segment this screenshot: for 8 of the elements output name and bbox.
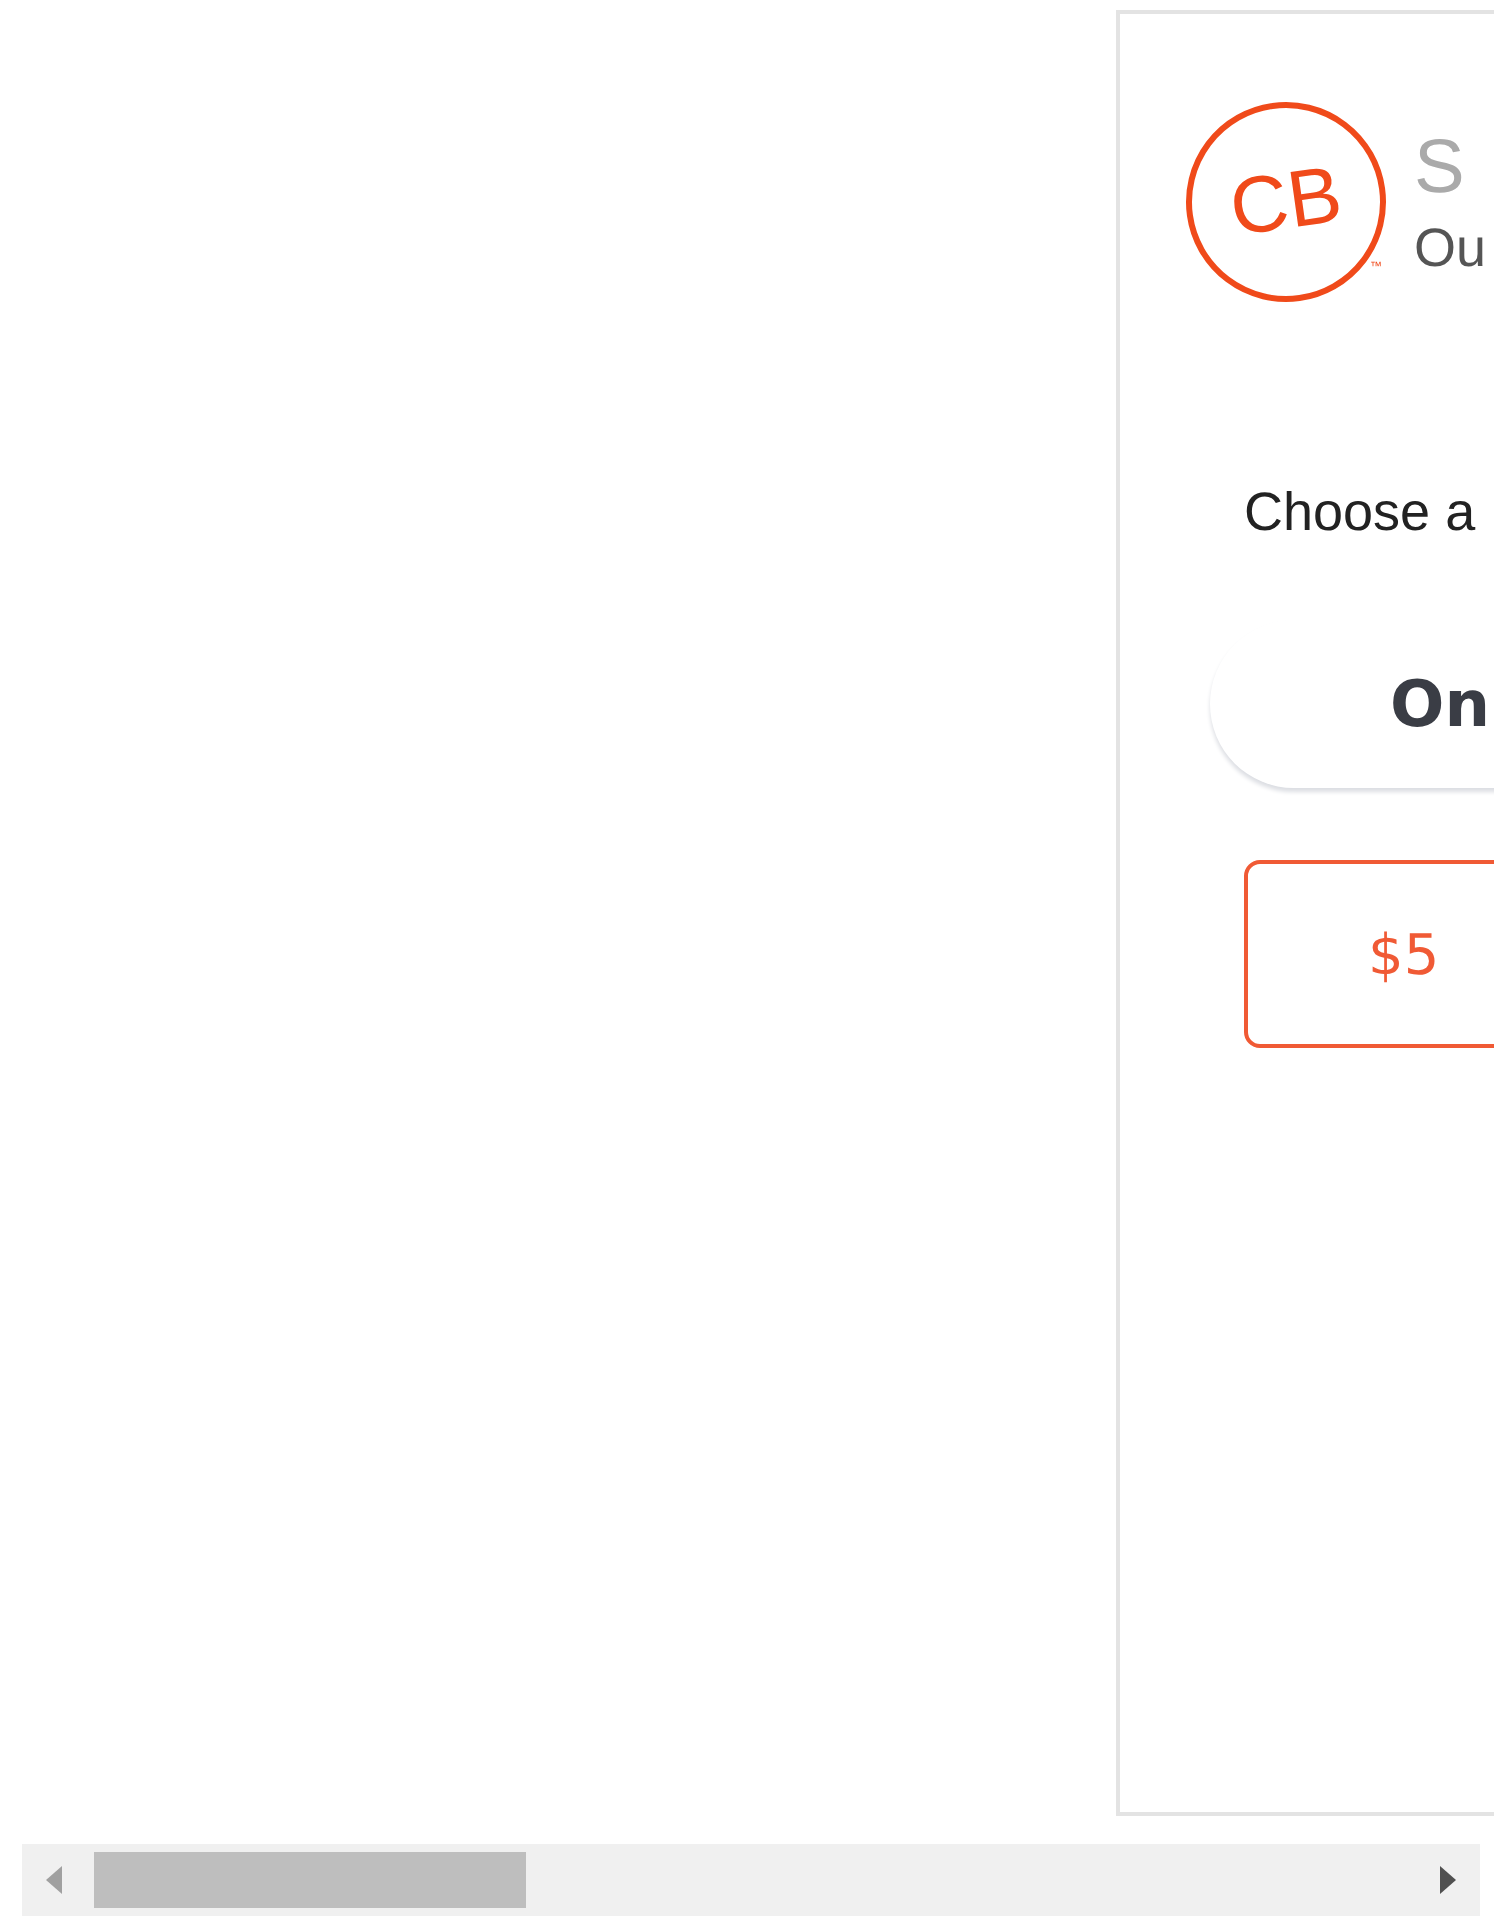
- title: S: [1414, 124, 1467, 214]
- subtitle: Ou: [1414, 216, 1487, 282]
- tab[interactable]: On: [1210, 620, 1494, 788]
- scroll-thumb[interactable]: [94, 1852, 526, 1908]
- scroll-left-icon[interactable]: [46, 1866, 62, 1894]
- horizontal-scrollbar[interactable]: [22, 1844, 1480, 1916]
- scroll-right-icon[interactable]: [1440, 1866, 1456, 1894]
- prompt-text: Choose a: [1244, 482, 1478, 544]
